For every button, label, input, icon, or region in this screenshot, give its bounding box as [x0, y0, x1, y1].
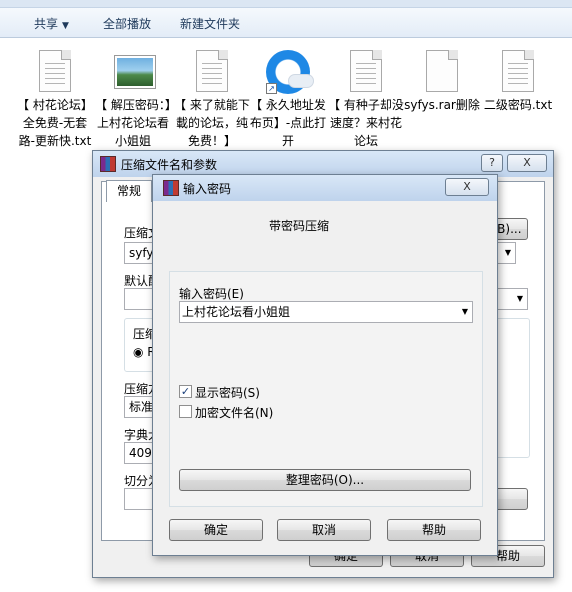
browser-shortcut-icon: ↗ — [266, 50, 314, 94]
new-folder-button[interactable]: 新建文件夹 — [180, 15, 240, 32]
encrypt-filenames-checkbox[interactable] — [179, 405, 192, 418]
password-input[interactable]: 上村花论坛看小姐姐 ▼ — [179, 301, 473, 323]
winrar-icon — [100, 156, 116, 172]
text-document-icon — [37, 50, 73, 94]
close-button[interactable]: X — [507, 154, 547, 172]
file-name: syfys.rar删除 — [404, 98, 480, 112]
dialog-title: 输入密码 — [183, 182, 232, 196]
help-title-button[interactable]: ? — [481, 154, 503, 172]
close-button[interactable]: X — [445, 178, 489, 196]
dialog-titlebar: 输入密码 X — [153, 175, 497, 201]
file-name: 二级密码.txt — [483, 98, 553, 112]
explorer-toolbar: 共享 ▼ 全部播放 新建文件夹 — [0, 8, 572, 38]
dialog-heading: 带密码压缩 — [269, 219, 330, 233]
file-name: 【 来了就能下載的论坛，纯免费！】 — [174, 98, 250, 148]
organize-passwords-button[interactable]: 整理密码(O)... — [179, 469, 471, 491]
show-password-checkbox[interactable]: ✓ — [179, 385, 192, 398]
chevron-down-icon: ▼ — [62, 21, 69, 31]
dialog-title: 压缩文件名和参数 — [121, 158, 218, 172]
dialog-body: 带密码压缩 输入密码(E) 上村花论坛看小姐姐 ▼ ✓ 显示密码(S) 加密文件名… — [159, 201, 491, 549]
help-button[interactable]: 帮助 — [387, 519, 481, 541]
text-document-icon — [194, 50, 230, 94]
enter-password-dialog: 输入密码 X 带密码压缩 输入密码(E) 上村花论坛看小姐姐 ▼ ✓ 显示密码(S… — [152, 174, 498, 556]
winrar-icon — [163, 180, 179, 196]
chevron-down-icon: ▼ — [504, 248, 511, 257]
text-document-icon — [348, 50, 384, 94]
ok-button[interactable]: 确定 — [169, 519, 263, 541]
file-name: 【 有种子却没速度？来村花论坛 — [328, 98, 404, 148]
cancel-button[interactable]: 取消 — [277, 519, 371, 541]
text-document-icon — [500, 50, 536, 94]
tab-general[interactable]: 常规 — [106, 180, 152, 202]
play-all-button[interactable]: 全部播放 — [103, 15, 151, 32]
explorer-title-strip — [0, 0, 572, 8]
password-label: 输入密码(E) — [179, 287, 244, 301]
chevron-down-icon: ▼ — [516, 294, 523, 303]
chevron-down-icon: ▼ — [461, 307, 468, 316]
encrypt-filenames-label: 加密文件名(N) — [195, 406, 274, 420]
file-name: 【 村花论坛】全免费-无套路-更新快.txt — [17, 98, 93, 148]
blank-document-icon — [424, 50, 460, 94]
show-password-label: 显示密码(S) — [195, 386, 260, 400]
file-name: 【 永久地址发布页】-点此打开 — [249, 98, 327, 148]
file-name: 【 解压密码：】上村花论坛看小姐姐 — [95, 98, 171, 148]
image-icon — [115, 50, 155, 94]
share-menu[interactable]: 共享 ▼ — [34, 15, 69, 32]
